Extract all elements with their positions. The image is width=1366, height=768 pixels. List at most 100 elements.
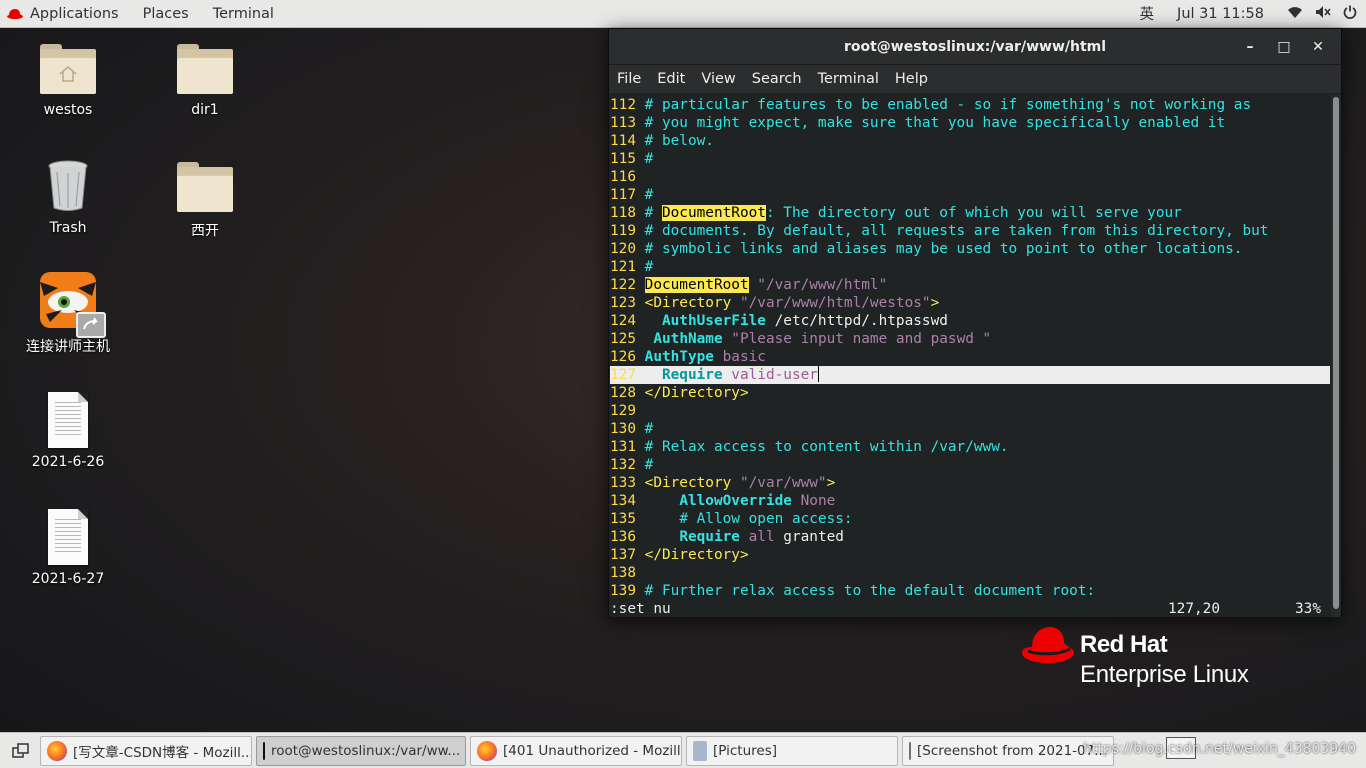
editor-line[interactable]: 128 </Directory>: [610, 384, 1333, 402]
terminal-menubar: File Edit View Search Terminal Help: [609, 65, 1341, 93]
desktop-icon-label: Trash: [49, 220, 87, 236]
show-desktop-button[interactable]: [6, 737, 36, 765]
editor-line[interactable]: 117 #: [610, 186, 1333, 204]
editor-line[interactable]: 113 # you might expect, make sure that y…: [610, 114, 1333, 132]
firefox-icon: [477, 740, 497, 761]
cursor-position: 127,20: [1168, 601, 1220, 617]
line-number: 132: [610, 457, 645, 473]
editor-line[interactable]: 126 AuthType basic: [610, 348, 1333, 366]
maximize-icon[interactable]: □: [1267, 39, 1301, 55]
editor-line[interactable]: 122 DocumentRoot "/var/www/html": [610, 276, 1333, 294]
editor-line[interactable]: 131 # Relax access to content within /va…: [610, 438, 1333, 456]
editor-line[interactable]: 119 # documents. By default, all request…: [610, 222, 1333, 240]
line-number: 122: [610, 277, 645, 293]
line-number: 116: [610, 169, 645, 185]
menu-search[interactable]: Search: [744, 71, 810, 87]
terminal-content[interactable]: 112 # particular features to be enabled …: [609, 95, 1333, 617]
editor-line[interactable]: 112 # particular features to be enabled …: [610, 96, 1333, 114]
code-token: valid-user: [722, 367, 818, 383]
desktop-icon-westos[interactable]: westos: [18, 38, 118, 118]
volume-muted-icon: [1315, 5, 1331, 23]
show-desktop-icon: [12, 742, 29, 758]
system-tray[interactable]: [1278, 0, 1366, 28]
menu-view[interactable]: View: [693, 71, 743, 87]
task-csdn-firefox[interactable]: [写文章-CSDN博客 - Mozill...: [40, 735, 252, 766]
input-method-indicator[interactable]: 英: [1131, 0, 1164, 28]
editor-line[interactable]: 116: [610, 168, 1333, 186]
line-number: 135: [610, 511, 645, 527]
line-number: 123: [610, 295, 645, 311]
folder-icon: [175, 38, 235, 98]
editor-line[interactable]: 132 #: [610, 456, 1333, 474]
editor-line[interactable]: 125 AuthName "Please input name and pasw…: [610, 330, 1333, 348]
code-token: # below.: [644, 133, 714, 149]
editor-line[interactable]: 124 AuthUserFile /etc/httpd/.htpasswd: [610, 312, 1333, 330]
editor-line[interactable]: 137 </Directory>: [610, 546, 1333, 564]
line-number: 112: [610, 97, 645, 113]
terminal-titlebar[interactable]: root@westoslinux:/var/www/html – □ ✕: [609, 29, 1341, 65]
task-401-firefox[interactable]: [401 Unauthorized - Mozill...: [470, 735, 682, 766]
task-terminal[interactable]: root@westoslinux:/var/ww...: [256, 735, 466, 766]
code-token: # documents. By default, all requests ar…: [644, 223, 1269, 239]
editor-line[interactable]: 121 #: [610, 258, 1333, 276]
shortcut-badge-icon: [76, 312, 106, 338]
vim-command: :set nu: [610, 601, 671, 617]
editor-line[interactable]: 133 <Directory "/var/www">: [610, 474, 1333, 492]
wifi-icon: [1287, 5, 1303, 23]
line-number: 127: [610, 367, 645, 383]
minimize-icon[interactable]: –: [1233, 39, 1267, 55]
scroll-percent: 33%: [1295, 601, 1321, 617]
line-number: 119: [610, 223, 645, 239]
code-token: None: [791, 493, 836, 509]
menu-terminal[interactable]: Terminal: [810, 71, 887, 87]
desktop-icon-xikai[interactable]: 西开: [155, 156, 255, 240]
terminal-app-menu[interactable]: Terminal: [201, 0, 286, 28]
editor-line[interactable]: 118 # DocumentRoot: The directory out of…: [610, 204, 1333, 222]
line-number: 113: [610, 115, 645, 131]
code-token: >: [930, 295, 940, 311]
editor-line[interactable]: 135 # Allow open access:: [610, 510, 1333, 528]
editor-line[interactable]: 120 # symbolic links and aliases may be …: [610, 240, 1333, 258]
applications-label: Applications: [30, 5, 119, 22]
editor-line[interactable]: 123 <Directory "/var/www/html/westos">: [610, 294, 1333, 312]
clock[interactable]: Jul 31 11:58: [1163, 0, 1278, 28]
editor-line[interactable]: 136 Require all granted: [610, 528, 1333, 546]
editor-line[interactable]: 129: [610, 402, 1333, 420]
terminal-icon: [263, 741, 265, 760]
desktop-icon-2021-6-26[interactable]: 2021-6-26: [18, 390, 118, 470]
code-token: AllowOverride: [679, 493, 792, 509]
editor-line[interactable]: 127 Require valid-user: [610, 366, 1330, 384]
desktop-icon-2021-6-27[interactable]: 2021-6-27: [18, 507, 118, 587]
editor-line[interactable]: 130 #: [610, 420, 1333, 438]
menu-file[interactable]: File: [609, 71, 649, 87]
desktop-icon-label: 西开: [191, 223, 219, 239]
terminal-scrollbar[interactable]: [1331, 95, 1341, 617]
code-token: "/var/www/html/westos": [731, 295, 931, 311]
terminal-window[interactable]: root@westoslinux:/var/www/html – □ ✕ Fil…: [608, 28, 1342, 617]
code-token: AuthName: [653, 331, 723, 347]
desktop-icon-connect-teacher[interactable]: 连接讲师主机: [18, 272, 118, 356]
editor-line[interactable]: 134 AllowOverride None: [610, 492, 1333, 510]
search-highlight: DocumentRoot: [644, 277, 749, 293]
editor-line[interactable]: 114 # below.: [610, 132, 1333, 150]
task-label: root@westoslinux:/var/ww...: [271, 742, 461, 759]
line-number: 139: [610, 583, 645, 599]
editor-line[interactable]: 139 # Further relax access to the defaul…: [610, 582, 1333, 600]
desktop-icon-dir1[interactable]: dir1: [155, 38, 255, 118]
editor-line[interactable]: 138: [610, 564, 1333, 582]
vim-status-line: :set nu 127,20 33%: [610, 600, 1333, 617]
applications-menu[interactable]: Applications: [0, 0, 131, 28]
desktop-icon-label: dir1: [191, 102, 219, 118]
editor-line[interactable]: 115 #: [610, 150, 1333, 168]
places-menu[interactable]: Places: [131, 0, 201, 28]
line-number: 121: [610, 259, 645, 275]
task-pictures[interactable]: [Pictures]: [686, 735, 898, 766]
close-icon[interactable]: ✕: [1301, 39, 1335, 55]
code-token: #: [644, 259, 654, 275]
menu-help[interactable]: Help: [887, 71, 936, 87]
desktop-icon-trash[interactable]: Trash: [18, 156, 118, 236]
menu-edit[interactable]: Edit: [649, 71, 693, 87]
trash-icon: [38, 156, 98, 216]
scrollbar-thumb[interactable]: [1333, 97, 1339, 609]
